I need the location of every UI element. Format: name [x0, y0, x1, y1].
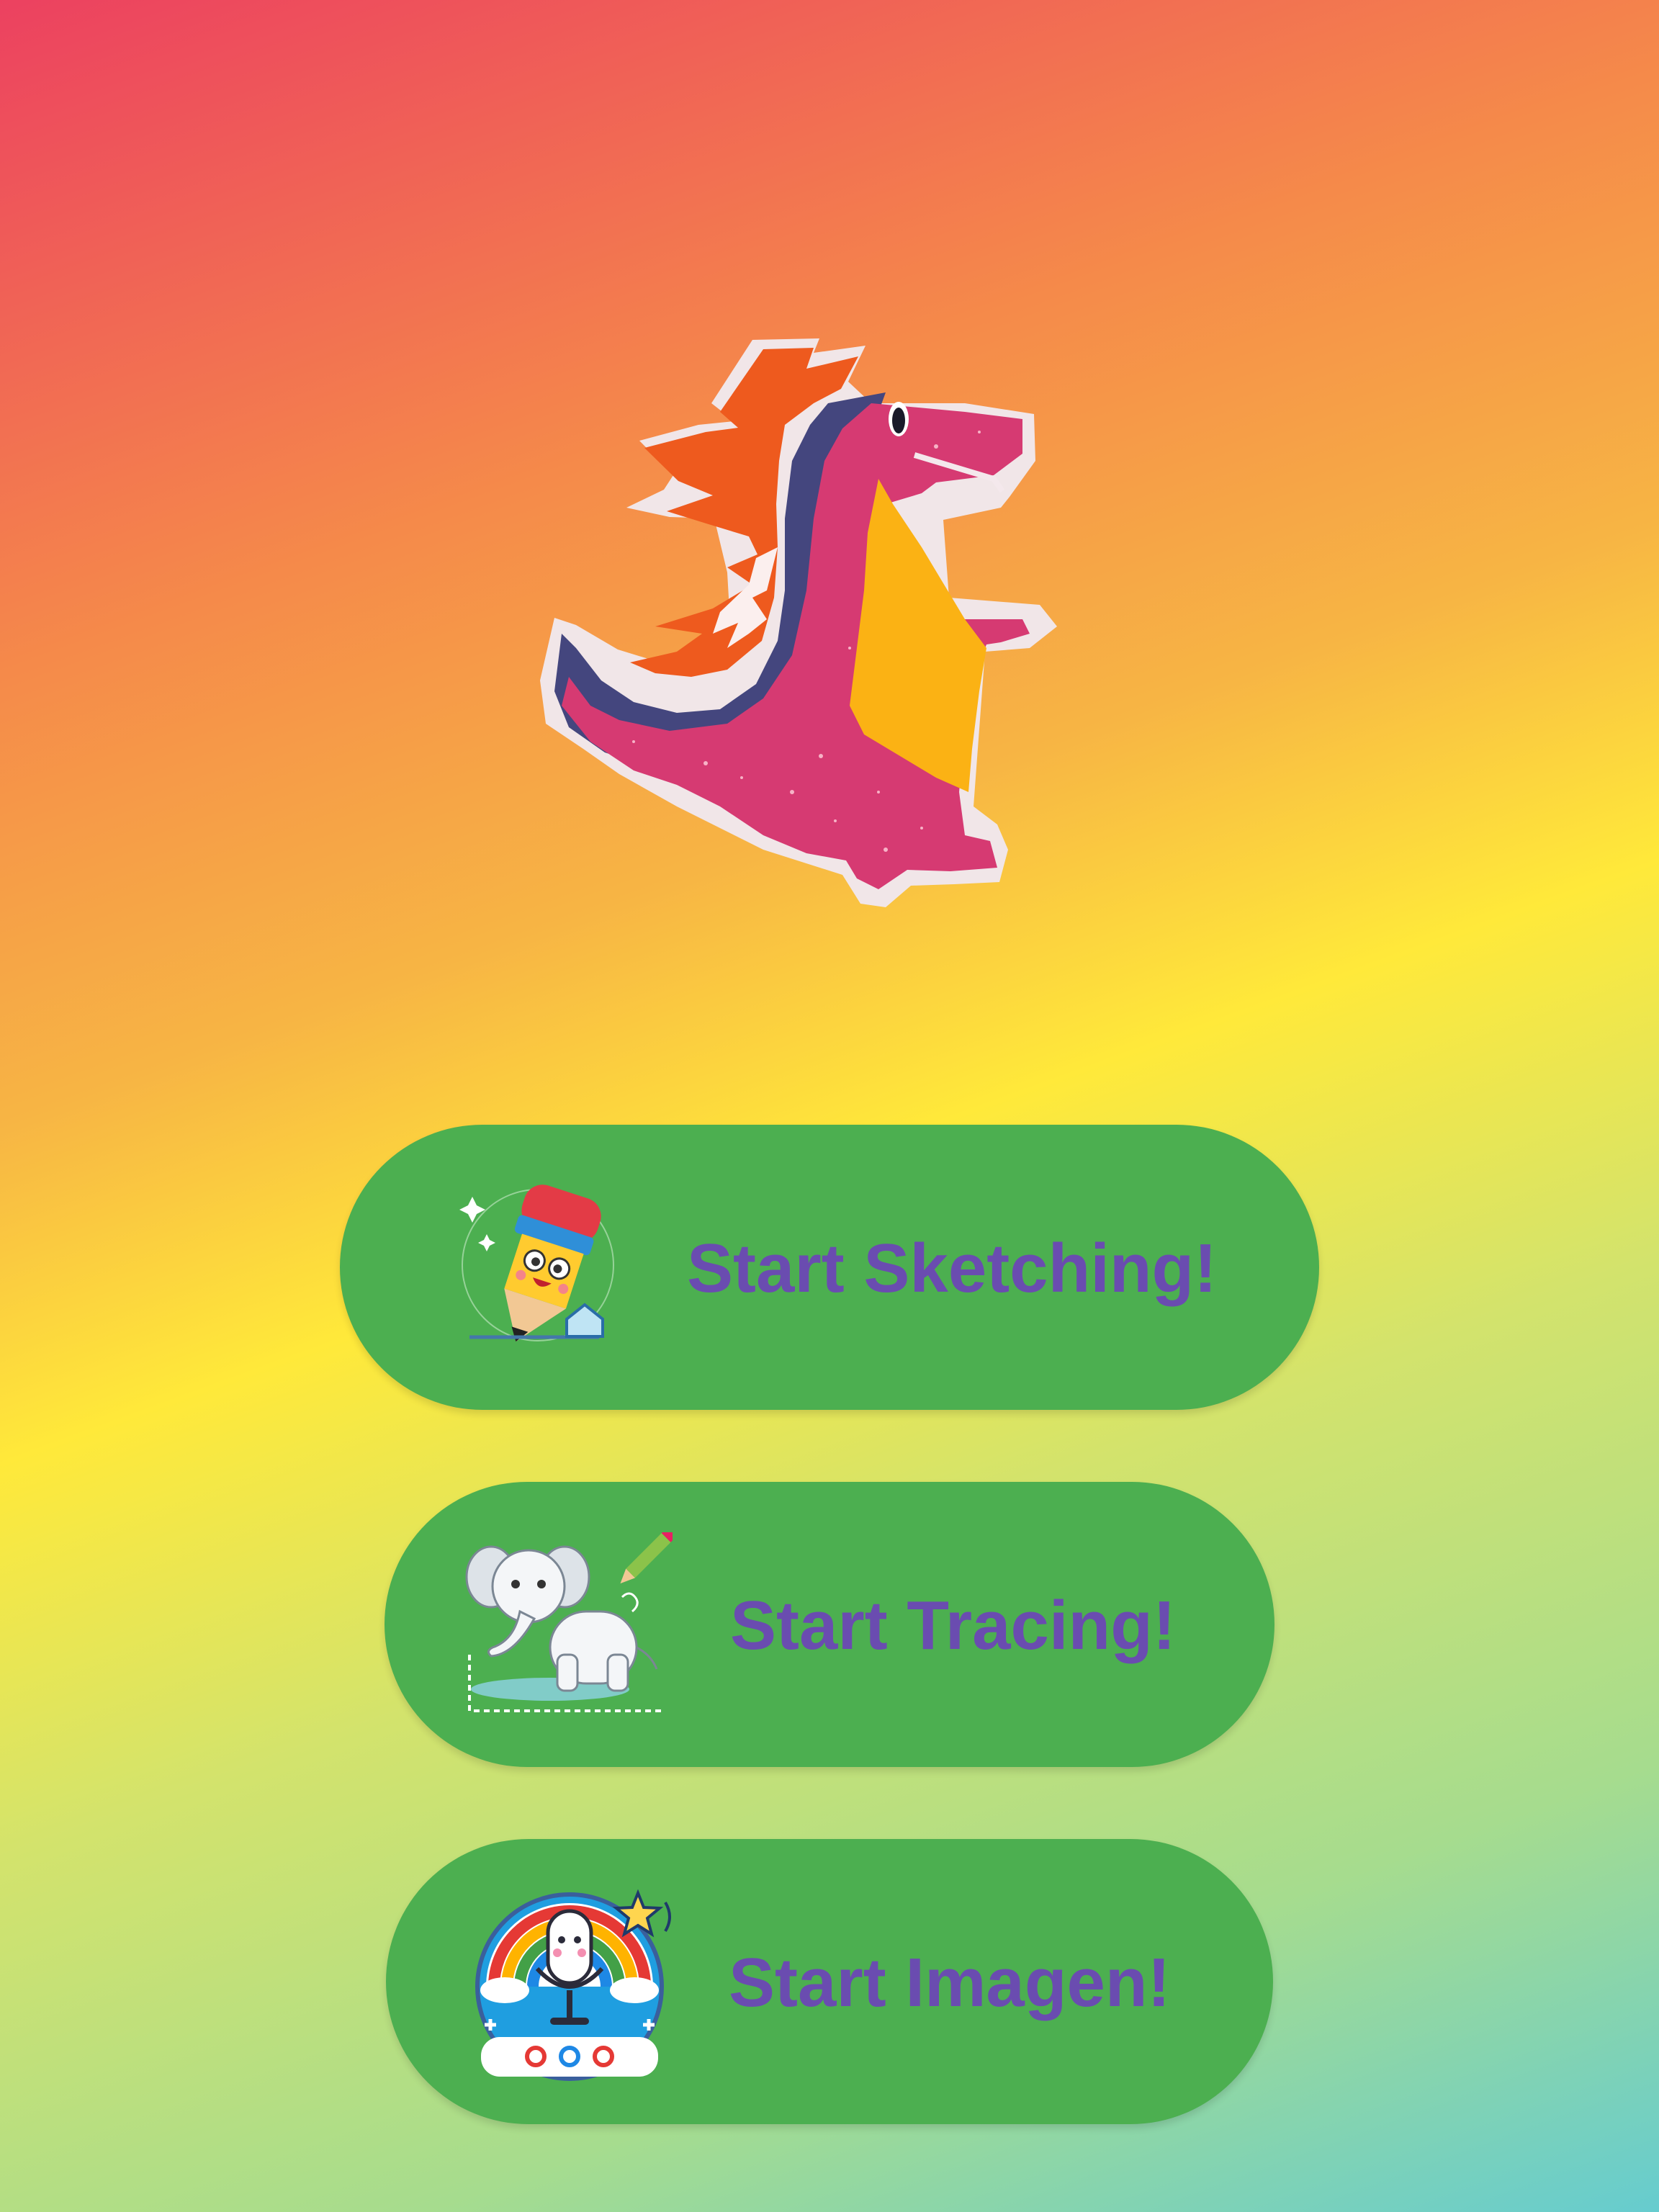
start-sketching-button[interactable]: Start Sketching!: [340, 1125, 1319, 1410]
start-imagen-button[interactable]: Start Imagen!: [386, 1839, 1273, 2124]
microphone-icon: [475, 1889, 671, 2081]
elephant-icon: [465, 1532, 673, 1712]
pencil-icon: [459, 1184, 614, 1342]
start-imagen-label: Start Imagen!: [729, 1944, 1171, 2021]
dragon-icon: [540, 338, 1057, 907]
start-tracing-button[interactable]: Start Tracing!: [385, 1482, 1274, 1767]
start-sketching-label: Start Sketching!: [687, 1230, 1218, 1307]
start-tracing-label: Start Tracing!: [730, 1587, 1176, 1664]
